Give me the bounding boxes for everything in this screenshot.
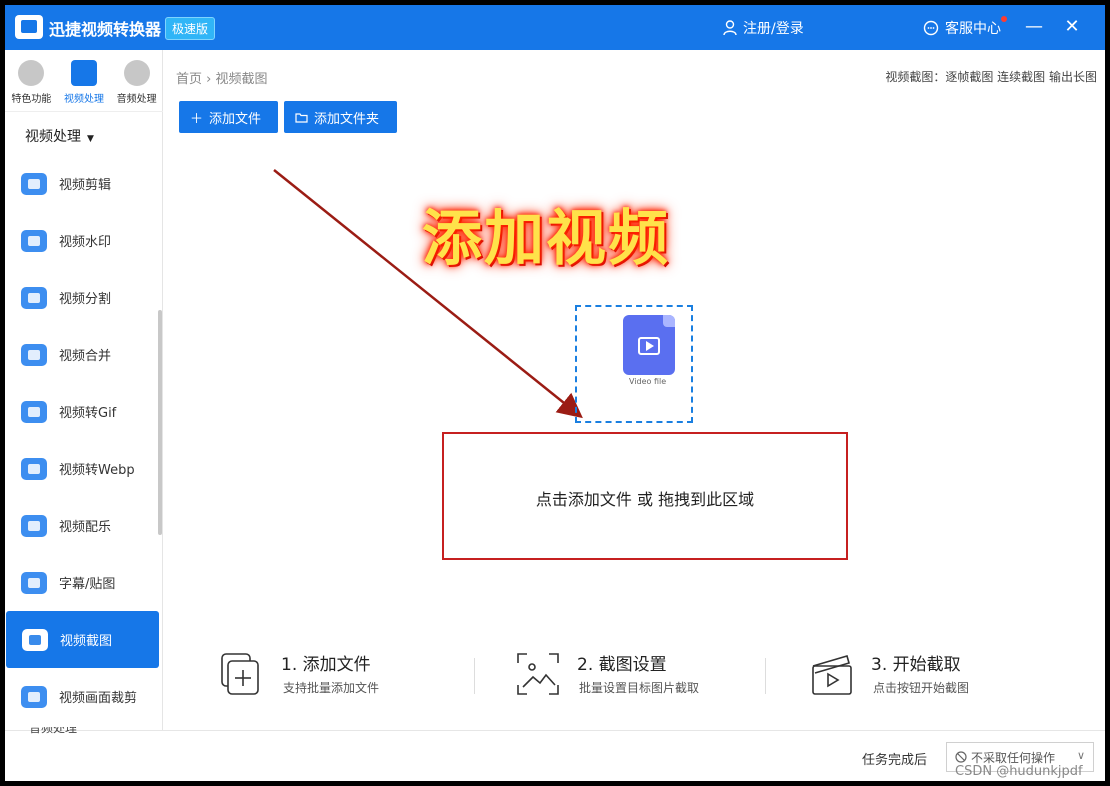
sidebar-item-label: 视频转Gif xyxy=(59,406,117,421)
minimize-button[interactable]: — xyxy=(1022,15,1046,39)
sidebar-item-4[interactable]: 视频转Gif xyxy=(5,383,163,440)
sidebar-item-label: 视频画面裁剪 xyxy=(59,691,138,706)
start-capture-icon xyxy=(812,655,852,695)
sticker-icon xyxy=(21,571,47,594)
sidebar-item-label: 视频转Webp xyxy=(59,463,135,478)
close-button[interactable]: ✕ xyxy=(1060,15,1084,39)
sidebar-item-2[interactable]: 视频分割 xyxy=(5,269,163,326)
sidebar-item-6[interactable]: 视频配乐 xyxy=(5,497,163,554)
support-label: 客服中心 xyxy=(945,21,1001,37)
breadcrumb: 首页 › 视频截图 xyxy=(176,68,268,87)
support-button[interactable]: 客服中心 xyxy=(923,16,1007,38)
step-2-title: 2. 截图设置 xyxy=(577,655,667,675)
caret-down-icon: ▼ xyxy=(87,134,94,144)
crop-icon xyxy=(21,685,47,708)
topnav-item-1[interactable]: 视频处理 xyxy=(58,50,111,111)
topnav-item-0[interactable]: 特色功能 xyxy=(5,50,58,111)
webp-icon xyxy=(21,457,47,480)
topnav-label: 特色功能 xyxy=(11,94,52,105)
sidebar-item-3[interactable]: 视频合并 xyxy=(5,326,163,383)
folder-icon xyxy=(295,112,308,123)
watermark-icon xyxy=(21,229,47,252)
support-label-wrap: 客服中心 xyxy=(945,16,1007,38)
breadcrumb-current: 视频截图 xyxy=(215,72,268,87)
app-title: 迅捷视频转换器 xyxy=(49,20,162,39)
add-file-icon xyxy=(221,653,259,695)
topnav-item-2[interactable]: 音频处理 xyxy=(110,50,163,111)
music-icon xyxy=(21,514,47,537)
drop-zone[interactable]: Video file xyxy=(575,305,693,423)
sidebar-item-1[interactable]: 视频水印 xyxy=(5,212,163,269)
split-icon xyxy=(21,286,47,309)
footer-bar: 音频处理 任务完成后 不采取任何操作 ∨ CSDN @hudunkjpdf xyxy=(5,727,1105,781)
sidebar-scrollbar[interactable] xyxy=(158,310,162,535)
sidebar-item-label: 字幕/贴图 xyxy=(59,577,116,592)
chat-icon xyxy=(923,20,939,36)
chevron-down-icon: ∨ xyxy=(1076,749,1085,762)
gif-icon xyxy=(21,400,47,423)
video-file-caption: Video file xyxy=(629,377,667,386)
drop-hint-text: 点击添加文件 或 拖拽到此区域 xyxy=(535,490,755,509)
watermark: CSDN @hudunkjpdf xyxy=(955,764,1083,779)
app-window: 迅捷视频转换器 极速版 注册/登录 客服中心 — ✕ 特色功能 视频处理 音频处理 … xyxy=(5,5,1105,781)
annotation-headline: 添加视频 xyxy=(422,204,670,274)
sidebar-item-label: 视频合并 xyxy=(59,349,112,364)
no-action-icon xyxy=(955,751,967,763)
sidebar-item-label: 视频配乐 xyxy=(59,520,112,535)
sidebar-item-5[interactable]: 视频转Webp xyxy=(5,440,163,497)
top-nav: 特色功能 视频处理 音频处理 xyxy=(5,50,163,112)
sidebar-item-label: 视频剪辑 xyxy=(59,178,112,193)
merge-icon xyxy=(21,343,47,366)
breadcrumb-home[interactable]: 首页 xyxy=(176,72,202,87)
sidebar-item-8[interactable]: 视频截图 xyxy=(6,611,159,668)
topnav-label: 视频处理 xyxy=(64,94,104,105)
section-title-label: 视频处理 xyxy=(25,129,81,145)
film-icon xyxy=(71,60,97,86)
breadcrumb-separator: › xyxy=(206,72,212,87)
after-task-label: 任务完成后 xyxy=(862,753,928,768)
sidebar-cut-off-item[interactable]: 音频处理 xyxy=(29,727,77,735)
user-icon xyxy=(723,20,737,36)
steps-guide: 1. 添加文件 支持批量添加文件 2. 截图设置 批量设置目标图片截取 3. 开… xyxy=(219,648,1099,708)
play-icon xyxy=(638,337,660,355)
topnav-label: 音频处理 xyxy=(116,94,157,105)
sidebar-item-label: 视频分割 xyxy=(59,292,112,307)
screenshot-settings-icon xyxy=(517,653,559,695)
login-label: 注册/登录 xyxy=(743,21,804,37)
sidebar-item-label: 视频截图 xyxy=(60,634,113,649)
sidebar-item-7[interactable]: 字幕/贴图 xyxy=(5,554,163,611)
sidebar: 特色功能 视频处理 音频处理 视频处理 ▼ 视频剪辑 视频水印 视频分割 视频合并 视频转Gi… xyxy=(5,50,163,781)
notification-dot xyxy=(1001,16,1007,22)
step-3-title: 3. 开始截取 xyxy=(871,655,961,675)
step-divider xyxy=(474,658,475,694)
add-folder-button[interactable]: 添加文件夹 xyxy=(284,101,397,133)
step-1-desc: 支持批量添加文件 xyxy=(283,681,380,695)
after-task-value: 不采取任何操作 xyxy=(971,750,1056,765)
add-file-button[interactable]: ＋ 添加文件 xyxy=(179,101,278,133)
login-button[interactable]: 注册/登录 xyxy=(723,18,804,38)
sidebar-item-9[interactable]: 视频画面裁剪 xyxy=(5,668,163,725)
edition-badge: 极速版 xyxy=(165,17,216,40)
step-2-desc: 批量设置目标图片截取 xyxy=(579,681,700,695)
star-icon xyxy=(18,60,45,86)
video-file-icon xyxy=(623,315,675,375)
sidebar-item-0[interactable]: 视频剪辑 xyxy=(5,155,163,212)
main-panel: 首页 › 视频截图 视频截图：逐帧截图 连续截图 输出长图 ＋ 添加文件 添加文… xyxy=(164,50,1105,730)
section-title[interactable]: 视频处理 ▼ xyxy=(25,126,94,146)
screenshot-modes[interactable]: 视频截图：逐帧截图 连续截图 输出长图 xyxy=(885,68,1097,85)
audio-icon xyxy=(123,60,150,86)
add-file-label: 添加文件 xyxy=(209,111,262,127)
step-3-desc: 点击按钮开始截图 xyxy=(873,681,970,695)
screenshot-icon xyxy=(22,628,48,651)
sidebar-menu: 视频剪辑视频水印视频分割视频合并视频转Gif 视频转Webp 视频配乐字幕/贴图视频… xyxy=(5,155,163,725)
plus-icon: ＋ xyxy=(190,111,204,127)
sidebar-item-label: 视频水印 xyxy=(59,235,112,250)
app-logo-icon xyxy=(15,15,43,39)
title-bar: 迅捷视频转换器 极速版 注册/登录 客服中心 — ✕ xyxy=(5,5,1105,50)
video-edit-icon xyxy=(21,172,47,195)
add-folder-label: 添加文件夹 xyxy=(314,111,380,127)
drop-hint-area[interactable]: 点击添加文件 或 拖拽到此区域 xyxy=(442,432,848,560)
step-1-title: 1. 添加文件 xyxy=(281,655,371,675)
step-divider xyxy=(765,658,766,694)
